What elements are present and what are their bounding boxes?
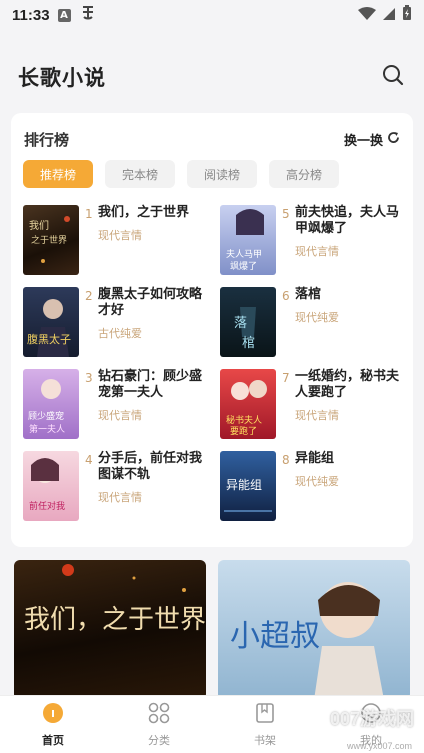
nav-bookshelf-label: 书架 [254, 733, 276, 747]
nav-home[interactable]: 首页 [13, 702, 93, 748]
refresh-label: 换一换 [343, 134, 383, 149]
book-rank: 5 [282, 207, 290, 221]
svg-text:棺: 棺 [242, 336, 255, 351]
svg-text:要跑了: 要跑了 [230, 425, 257, 437]
book-cover: 落棺 [220, 287, 276, 357]
book-title: 前夫快追，夫人马甲飒爆了 [295, 205, 400, 236]
watermark-logo: 007游戏网 [329, 709, 414, 729]
book-title: 腹黑太子如何攻略才好 [98, 287, 203, 318]
book-rank: 3 [85, 371, 93, 385]
book-title: 我们，之于世界 [98, 205, 190, 220]
svg-text:夫人马甲: 夫人马甲 [226, 248, 262, 260]
book-genre: 现代纯爱 [295, 311, 339, 324]
book-item[interactable]: 异能组 8 异能组 现代纯爱 [220, 451, 410, 523]
book-item[interactable]: 腹黑太子 2 腹黑太子如何攻略才好 古代纯爱 [23, 287, 213, 359]
book-cover: 前任对我 [23, 451, 79, 521]
battery-icon [402, 5, 412, 25]
svg-text:秘书夫人: 秘书夫人 [226, 414, 262, 426]
book-genre: 现代言情 [98, 491, 142, 504]
book-title: 一纸婚约，秘书夫人要跑了 [295, 369, 400, 400]
book-cover: 异能组 [220, 451, 276, 521]
wifi-icon [358, 6, 376, 25]
svg-text:顾少盛宠: 顾少盛宠 [28, 410, 64, 422]
app-header: 长歌小说 [0, 52, 424, 102]
book-item[interactable]: 前任对我 4 分手后，前任对我图谋不轨 现代言情 [23, 451, 213, 523]
tab-completed[interactable]: 完本榜 [105, 160, 175, 188]
ranking-card: 排行榜 换一换 推荐榜 完本榜 阅读榜 高分榜 我们之于世界 1 我们，之于世界… [11, 113, 413, 547]
svg-text:落: 落 [234, 316, 247, 331]
book-genre: 现代纯爱 [295, 475, 339, 488]
nav-category-label: 分类 [148, 733, 170, 747]
category-icon [148, 702, 170, 728]
home-icon [42, 702, 64, 728]
book-genre: 现代言情 [295, 245, 339, 258]
book-item[interactable]: 落棺 6 落棺 现代纯爱 [220, 287, 410, 359]
ranking-title: 排行榜 [24, 131, 70, 149]
book-rank: 2 [85, 289, 93, 303]
book-cover: 夫人马甲 飒爆了 [220, 205, 276, 275]
book-rank: 4 [85, 453, 93, 467]
nav-category[interactable]: 分类 [119, 702, 199, 748]
book-title: 钻石豪门：顾少盛宠第一夫人 [98, 369, 203, 400]
banner-left[interactable]: 我们，之于世界 [14, 560, 206, 700]
book-cover: 顾少盛宠 第一夫人 [23, 369, 79, 439]
app-notification-icon [79, 4, 97, 26]
book-cover: 腹黑太子 [23, 287, 79, 357]
book-item[interactable]: 夫人马甲 飒爆了 5 前夫快追，夫人马甲飒爆了 现代言情 [220, 205, 410, 277]
book-cover: 秘书夫人 要跑了 [220, 369, 276, 439]
nav-home-label: 首页 [42, 733, 64, 747]
book-genre: 现代言情 [98, 229, 142, 242]
svg-text:我们: 我们 [29, 219, 49, 232]
ranking-tabs: 推荐榜 完本榜 阅读榜 高分榜 [23, 160, 339, 188]
book-rank: 7 [282, 371, 290, 385]
svg-text:第一夫人: 第一夫人 [29, 423, 65, 435]
book-rank: 1 [85, 207, 93, 221]
nav-bookshelf[interactable]: 书架 [225, 702, 305, 748]
banner-right-text: 小超叔 [230, 619, 320, 654]
book-rank: 8 [282, 453, 290, 467]
status-bar: 11:33 A [0, 0, 424, 30]
book-item[interactable]: 秘书夫人 要跑了 7 一纸婚约，秘书夫人要跑了 现代言情 [220, 369, 410, 441]
book-genre: 现代言情 [98, 409, 142, 422]
book-genre: 现代言情 [295, 409, 339, 422]
refresh-button[interactable]: 换一换 [344, 130, 400, 149]
status-time: 11:33 [12, 6, 50, 24]
book-title: 落棺 [295, 287, 322, 302]
book-cover: 我们 之于世界 [23, 205, 79, 275]
svg-text:之于世界: 之于世界 [31, 234, 67, 246]
svg-text:前任对我: 前任对我 [29, 500, 65, 512]
banner-right[interactable]: 小超叔 [218, 560, 410, 700]
book-item[interactable]: 我们之于世界 1 我们，之于世界 现代言情 [23, 205, 213, 277]
book-genre: 古代纯爱 [98, 327, 142, 340]
app-title: 长歌小说 [18, 66, 106, 90]
book-item[interactable]: 顾少盛宠 第一夫人 3 钻石豪门：顾少盛宠第一夫人 现代言情 [23, 369, 213, 441]
notification-a-icon: A [57, 8, 71, 22]
svg-text:腹黑太子: 腹黑太子 [27, 332, 71, 346]
signal-icon [382, 6, 396, 25]
refresh-icon [387, 131, 400, 148]
tab-reading[interactable]: 阅读榜 [187, 160, 257, 188]
search-button[interactable] [380, 64, 406, 90]
watermark-url: www.yx007.com [346, 741, 412, 751]
book-title: 分手后，前任对我图谋不轨 [98, 451, 203, 482]
bookshelf-icon [254, 702, 276, 728]
svg-text:异能组: 异能组 [226, 478, 262, 492]
book-rank: 6 [282, 289, 290, 303]
book-title: 异能组 [295, 451, 335, 466]
search-icon [382, 64, 404, 90]
tab-high-score[interactable]: 高分榜 [269, 160, 339, 188]
svg-text:飒爆了: 飒爆了 [230, 260, 257, 272]
banner-left-text: 我们，之于世界 [24, 605, 206, 635]
tab-recommend[interactable]: 推荐榜 [23, 160, 93, 188]
